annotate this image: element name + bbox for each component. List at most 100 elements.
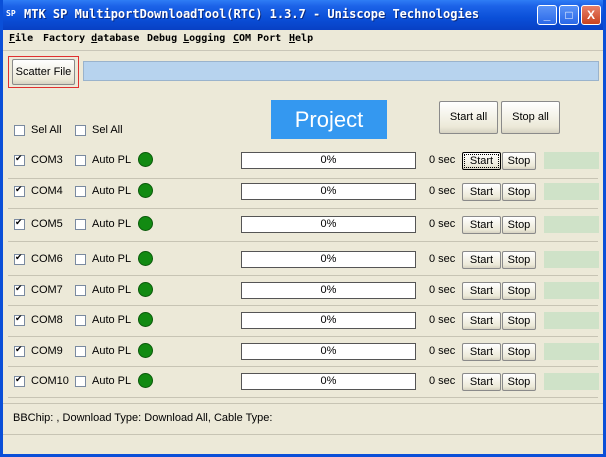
elapsed-time: 0 sec [429, 375, 456, 387]
progress-bar: 0% [241, 216, 416, 233]
progress-bar: 0% [241, 251, 416, 268]
progress-bar: 0% [241, 152, 416, 169]
port-checkbox[interactable] [14, 344, 25, 357]
row-divider [8, 366, 598, 367]
minimize-button[interactable]: _ [537, 5, 557, 25]
port-com-label: COM5 [31, 218, 63, 230]
menu-file-text: ile [15, 33, 34, 44]
row-divider [8, 208, 598, 209]
menu-factory-pre: Factory [43, 33, 92, 44]
auto-pl-label: Auto PL [92, 253, 132, 265]
bottom-divider [3, 434, 603, 435]
port-checkbox[interactable] [14, 374, 25, 387]
port-com-label: COM7 [31, 284, 63, 296]
auto-pl-label: Auto PL [92, 314, 132, 326]
progress-bar: 0% [241, 312, 416, 329]
auto-pl-checkbox[interactable] [75, 155, 86, 166]
stop-button[interactable]: Stop [502, 373, 536, 391]
progress-bar: 0% [241, 282, 416, 299]
port-checkbox[interactable] [14, 217, 25, 230]
menu-help[interactable]: Help [289, 33, 313, 44]
elapsed-time: 0 sec [429, 314, 456, 326]
status-text: BBChip: , Download Type: Download All, C… [13, 412, 273, 424]
menu-com-text: OM Port [239, 33, 282, 44]
title-bar: SP MTK SP MultiportDownloadTool(RTC) 1.3… [3, 0, 603, 30]
project-banner: Project [271, 100, 387, 139]
start-button[interactable]: Start [462, 216, 501, 234]
row-divider [8, 275, 598, 276]
port-com-label: COM4 [31, 185, 63, 197]
progress-bar: 0% [241, 343, 416, 360]
port-status-box [544, 282, 599, 299]
status-led-icon [138, 343, 153, 358]
elapsed-time: 0 sec [429, 218, 456, 230]
elapsed-time: 0 sec [429, 345, 456, 357]
menu-factory-text: atabase [97, 33, 140, 44]
scatter-path-field[interactable] [83, 61, 599, 81]
status-led-icon [138, 312, 153, 327]
port-status-box [544, 251, 599, 268]
scatter-file-button[interactable]: Scatter File [12, 59, 75, 85]
start-button[interactable]: Start [462, 282, 501, 300]
start-all-button[interactable]: Start all [439, 101, 498, 134]
main-window: SP MTK SP MultiportDownloadTool(RTC) 1.3… [0, 0, 606, 457]
status-led-icon [138, 251, 153, 266]
menu-debug-text: ogging [189, 33, 226, 44]
port-com-label: COM3 [31, 154, 63, 166]
port-checkbox[interactable] [14, 283, 25, 296]
stop-button[interactable]: Stop [502, 216, 536, 234]
app-icon: SP [6, 9, 16, 18]
menu-debug-logging[interactable]: Debug Logging [147, 33, 225, 44]
start-button[interactable]: Start [462, 183, 501, 201]
start-button[interactable]: Start [462, 373, 501, 391]
close-button[interactable]: X [581, 5, 601, 25]
sel-all-checkbox-1[interactable] [14, 125, 25, 136]
port-com-label: COM10 [31, 375, 69, 387]
window-title: MTK SP MultiportDownloadTool(RTC) 1.3.7 … [24, 7, 480, 21]
menu-help-text: elp [295, 33, 314, 44]
maximize-button[interactable]: □ [559, 5, 579, 25]
port-checkbox[interactable] [14, 184, 25, 197]
stop-button[interactable]: Stop [502, 343, 536, 361]
port-row: COM7 Auto PL 0% 0 sec StartStop [3, 280, 603, 308]
auto-pl-label: Auto PL [92, 375, 132, 387]
auto-pl-checkbox[interactable] [75, 254, 86, 265]
status-led-icon [138, 183, 153, 198]
auto-pl-label: Auto PL [92, 185, 132, 197]
stop-button[interactable]: Stop [502, 183, 536, 201]
status-divider [3, 403, 603, 404]
stop-button[interactable]: Stop [502, 152, 536, 170]
status-led-icon [138, 152, 153, 167]
port-row: COM4 Auto PL 0% 0 sec StartStop [3, 181, 603, 209]
menu-factory-database[interactable]: Factory database [43, 33, 139, 44]
elapsed-time: 0 sec [429, 253, 456, 265]
port-checkbox[interactable] [14, 252, 25, 265]
auto-pl-checkbox[interactable] [75, 285, 86, 296]
stop-button[interactable]: Stop [502, 251, 536, 269]
port-status-box [544, 152, 599, 169]
auto-pl-checkbox[interactable] [75, 346, 86, 357]
auto-pl-checkbox[interactable] [75, 186, 86, 197]
port-status-box [544, 343, 599, 360]
elapsed-time: 0 sec [429, 185, 456, 197]
stop-all-button[interactable]: Stop all [501, 101, 560, 134]
start-button[interactable]: Start [462, 251, 501, 269]
menu-com-port[interactable]: COM Port [233, 33, 281, 44]
port-row: COM6 Auto PL 0% 0 sec StartStop [3, 249, 603, 277]
start-button[interactable]: Start [462, 343, 501, 361]
start-button[interactable]: Start [462, 312, 501, 330]
port-checkbox[interactable] [14, 313, 25, 326]
stop-button[interactable]: Stop [502, 312, 536, 330]
stop-button[interactable]: Stop [502, 282, 536, 300]
sel-all-checkbox-2[interactable] [75, 125, 86, 136]
port-com-label: COM8 [31, 314, 63, 326]
port-checkbox[interactable] [14, 153, 25, 166]
auto-pl-checkbox[interactable] [75, 376, 86, 387]
auto-pl-label: Auto PL [92, 284, 132, 296]
menu-file[interactable]: File [9, 33, 33, 44]
start-button[interactable]: Start [462, 152, 501, 170]
port-row: COM8 Auto PL 0% 0 sec StartStop [3, 310, 603, 338]
status-led-icon [138, 282, 153, 297]
auto-pl-checkbox[interactable] [75, 315, 86, 326]
auto-pl-checkbox[interactable] [75, 219, 86, 230]
